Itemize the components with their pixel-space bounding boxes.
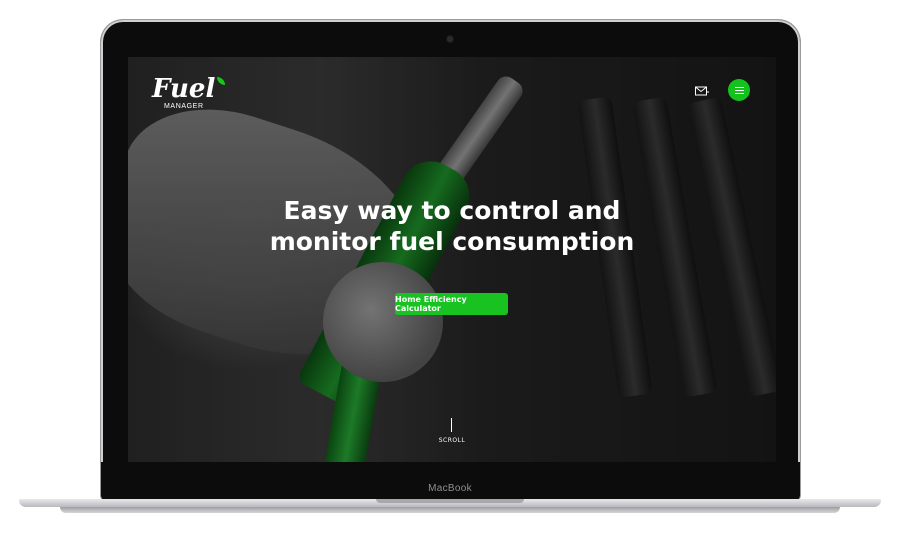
camera-dot — [447, 36, 453, 42]
hero-headline-line2: monitor fuel consumption — [269, 227, 635, 256]
hinge-notch — [376, 499, 524, 503]
image-overlay — [128, 57, 776, 462]
mail-icon[interactable] — [694, 83, 710, 99]
scroll-indicator-line — [451, 418, 452, 432]
logo-subtitle: MANAGER — [164, 103, 204, 110]
home-efficiency-calculator-button[interactable]: Home Efficiency Calculator — [395, 293, 508, 315]
hamburger-menu-icon — [734, 86, 744, 94]
hero-headline: Easy way to control and monitor fuel con… — [128, 195, 776, 257]
bottom-bezel — [101, 462, 800, 501]
hero-headline-line1: Easy way to control and — [283, 196, 621, 225]
scroll-label[interactable]: SCROLL — [128, 437, 776, 444]
laptop-base-shadow — [60, 507, 840, 513]
logo-word: Fuel — [152, 74, 216, 104]
site-logo[interactable]: Fuel MANAGER — [152, 74, 226, 110]
device-label: MacBook — [428, 483, 472, 494]
leaf-icon — [217, 77, 226, 85]
website-screen: Fuel MANAGER Easy way to control and mon… — [128, 57, 776, 462]
menu-button[interactable] — [728, 79, 750, 101]
